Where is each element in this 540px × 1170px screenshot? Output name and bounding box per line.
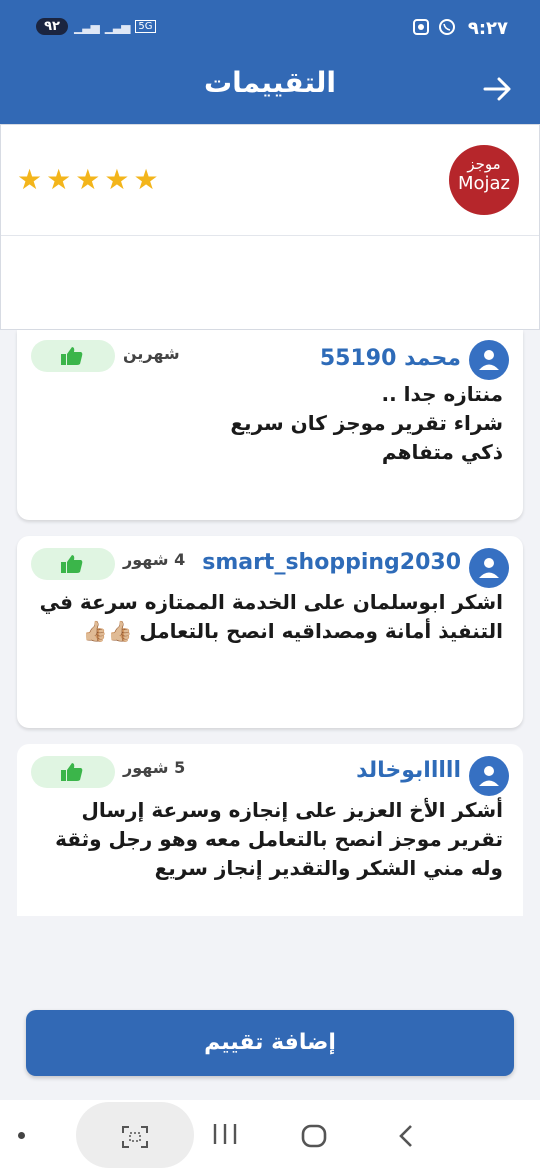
user-avatar-icon xyxy=(469,756,509,796)
screenshot-icon xyxy=(413,19,429,35)
add-review-button[interactable]: إضافة تقييم xyxy=(26,1010,514,1076)
scan-icon xyxy=(122,1126,148,1148)
thumbs-up-icon xyxy=(61,347,83,365)
review-card: محمد 55190 شهرين منتازه جدا .. شراء تقري… xyxy=(17,330,523,520)
nav-dot-icon xyxy=(18,1132,25,1139)
reviewer-name: llllابوخالد xyxy=(356,758,461,783)
whatsapp-icon xyxy=(439,19,455,35)
star-icon: ★ xyxy=(17,163,43,196)
like-button[interactable] xyxy=(31,548,115,580)
like-button[interactable] xyxy=(31,756,115,788)
battery-indicator: ٩٢ xyxy=(36,18,68,35)
network-type: 5G xyxy=(135,20,156,33)
thumbs-up-icon xyxy=(61,555,83,573)
thumbs-up-icon xyxy=(61,763,83,781)
review-text: أشكر الأخ العزيز على إنجازه وسرعة إرسال … xyxy=(55,798,503,880)
logo-text-ar: موجز xyxy=(467,155,501,173)
logo-text-en: Mojaz xyxy=(457,173,511,194)
arrow-right-icon[interactable] xyxy=(480,72,514,106)
user-avatar-icon xyxy=(469,340,509,380)
like-button[interactable] xyxy=(31,340,115,372)
review-time: 5 شهور xyxy=(123,758,186,777)
status-notifications xyxy=(412,18,456,36)
review-card: llllابوخالد 5 شهور أشكر الأخ العزيز على … xyxy=(17,744,523,916)
merchant-info-card: موجز Mojaz ★ ★ ★ ★ ★ xyxy=(0,124,540,330)
signal-icon-2: ▁▃▅ xyxy=(104,19,131,34)
status-left: ٩٢ ▁▃▅ ▁▃▅ 5G xyxy=(36,18,156,35)
merchant-logo: موجز Mojaz xyxy=(449,145,519,215)
reviewer-name: محمد 55190 xyxy=(319,346,461,371)
star-icon: ★ xyxy=(104,163,130,196)
signal-icon: ▁▃▅ xyxy=(74,19,100,34)
page-title: التقييمات xyxy=(204,66,336,99)
review-time: 4 شهور xyxy=(123,550,186,569)
status-time: ٩:٢٧ xyxy=(467,18,508,39)
recents-icon[interactable] xyxy=(212,1122,238,1146)
reviewer-name: smart_shopping2030 xyxy=(202,550,461,575)
info-divider xyxy=(1,235,539,236)
rating-stars: ★ ★ ★ ★ ★ xyxy=(17,165,159,195)
back-icon[interactable] xyxy=(396,1124,416,1148)
system-nav-bar xyxy=(0,1100,540,1170)
status-bar: ٩٢ ▁▃▅ ▁▃▅ 5G ٩:٢٧ xyxy=(0,0,540,56)
review-text: اشكر ابوسلمان على الخدمة الممتازه سرعة ف… xyxy=(39,590,503,643)
app-bar: التقييمات xyxy=(0,56,540,124)
review-text: منتازه جدا .. شراء تقرير موجز كان سريع ذ… xyxy=(230,382,503,464)
star-icon: ★ xyxy=(75,163,101,196)
user-avatar-icon xyxy=(469,548,509,588)
star-icon: ★ xyxy=(133,163,159,196)
review-time: شهرين xyxy=(123,344,180,363)
home-icon[interactable] xyxy=(301,1124,327,1148)
review-card: smart_shopping2030 4 شهور اشكر ابوسلمان … xyxy=(17,536,523,728)
star-icon: ★ xyxy=(46,163,72,196)
nav-pill[interactable] xyxy=(76,1102,194,1168)
